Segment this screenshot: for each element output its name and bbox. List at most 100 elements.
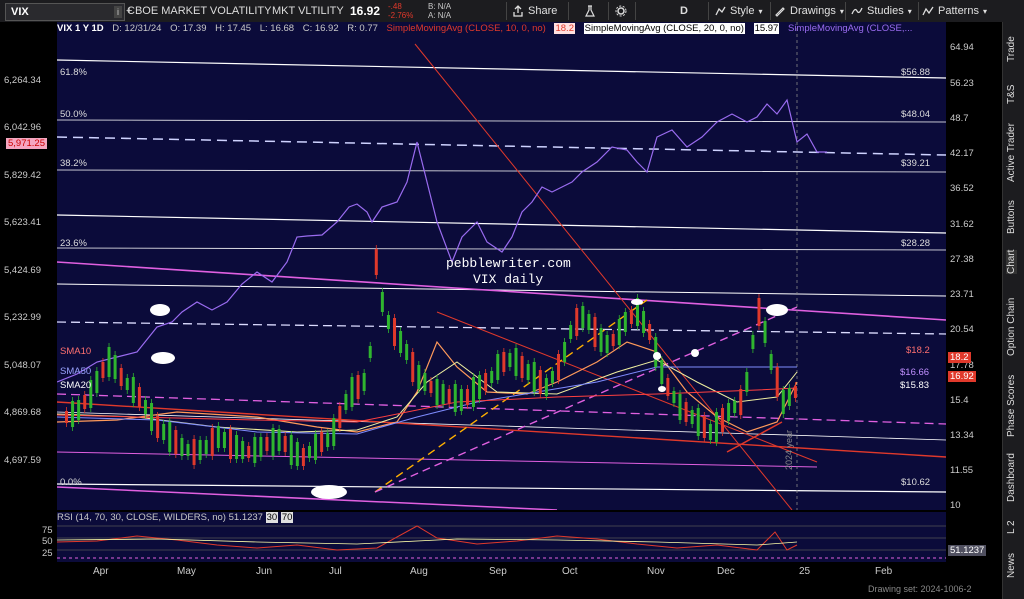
month-label: Jun [256, 566, 273, 577]
symbol-info-icon[interactable]: i [114, 6, 122, 18]
header-close: C: 16.92 [302, 23, 339, 34]
net-change: -.48 [388, 2, 402, 11]
gear-icon[interactable] [615, 5, 627, 17]
right-axis-label: 31.62 [950, 219, 974, 230]
share-label: Share [528, 5, 558, 17]
separator [845, 2, 846, 20]
rsi-value: 51.1237 [228, 512, 263, 523]
patterns-button[interactable]: Patterns ▾ [922, 3, 987, 19]
chart-header: VIX 1 Y 1D D: 12/31/24 O: 17.39 H: 17.45… [57, 23, 918, 37]
separator [635, 2, 636, 20]
timeframe-selector[interactable]: D [680, 5, 688, 17]
right-axis-label: 36.52 [950, 183, 974, 194]
sma10-price-tag: 18.2 [948, 352, 971, 363]
header-range: R: 0.77 [347, 23, 378, 34]
right-axis-label: 56.23 [950, 78, 974, 89]
patterns-icon [922, 6, 934, 16]
sidebar-tab-news[interactable]: News [1006, 553, 1017, 578]
header-sma20[interactable]: SimpleMovingAvg (CLOSE, 20, 0, no) [583, 23, 745, 34]
header-sma10[interactable]: SimpleMovingAvg (CLOSE, 10, 0, no) [387, 23, 546, 34]
month-label: Oct [562, 566, 578, 577]
fib-price-label: $10.62 [901, 477, 931, 488]
right-axis-label: 48.7 [950, 113, 969, 124]
instrument-short-name: MKT VLTILITY [272, 5, 344, 17]
sidebar-tab-phase-scores[interactable]: Phase Scores [1006, 375, 1017, 437]
header-sma-more[interactable]: SimpleMovingAvg (CLOSE,... [788, 23, 912, 34]
month-label: 25 [799, 566, 811, 577]
header-sma10-value: 18.2 [554, 23, 575, 34]
month-label: Feb [875, 566, 893, 577]
month-label: Jul [329, 566, 342, 577]
header-open: O: 17.39 [170, 23, 207, 34]
right-axis-label: 20.54 [950, 324, 974, 335]
rsi-axis-label: 50 [42, 536, 53, 547]
sidebar-tab-dashboard[interactable]: Dashboard [1006, 453, 1017, 502]
chevron-down-icon: ▾ [982, 6, 987, 16]
top-toolbar: VIX i + CBOE MARKET VOLATILITY MKT VLTIL… [0, 0, 1024, 23]
rsi-label[interactable]: RSI (14, 70, 30, CLOSE, WILDERS, no) [57, 512, 226, 523]
rsi-axis-label: 25 [42, 548, 53, 559]
patterns-label: Patterns [938, 5, 979, 17]
studies-icon [851, 7, 863, 15]
sidebar-tab-chart[interactable]: Chart [1006, 249, 1017, 274]
left-axis-label: 5,048.07 [4, 360, 41, 371]
right-axis-label: 23.71 [950, 289, 974, 300]
symbol-value: VIX [11, 6, 29, 18]
sma10-label: SMA10 [60, 346, 92, 357]
month-label: Apr [93, 566, 109, 577]
separator [708, 2, 709, 20]
sidebar-tab-buttons[interactable]: Buttons [1006, 200, 1017, 234]
sidebar-tab-trade[interactable]: Trade [1006, 36, 1017, 62]
left-axis-current-tag: 5,971.25 [6, 138, 47, 149]
flask-icon[interactable] [584, 5, 596, 17]
rsi-value-tag: 51.1237 [948, 545, 987, 556]
fib-price-label: $28.28 [901, 238, 931, 249]
right-axis-label: 11.55 [950, 465, 974, 476]
instrument-name: CBOE MARKET VOLATILITY [127, 5, 272, 17]
month-label: Aug [410, 566, 428, 577]
left-axis-label: 5,232.99 [4, 312, 41, 323]
separator [608, 2, 609, 20]
sidebar-tab-option-chain[interactable]: Option Chain [1006, 298, 1017, 356]
ask-value: A: N/A [428, 11, 452, 20]
rsi-header: RSI (14, 70, 30, CLOSE, WILDERS, no) 51.… [57, 512, 294, 523]
right-axis-label: 42.17 [950, 148, 974, 159]
rsi-overbought: 70 [280, 512, 294, 523]
sidebar-tab-l2[interactable]: L 2 [1006, 520, 1017, 534]
sidebar-tab-ts[interactable]: T&S [1006, 85, 1017, 104]
left-price-axis[interactable]: 6,264.34 6,042.96 5,971.25 5,829.42 5,62… [0, 22, 57, 510]
watermark-title: VIX daily [473, 272, 544, 287]
sma50-price-label: $16.66 [900, 367, 930, 378]
symbol-input[interactable]: VIX i [5, 3, 125, 21]
fib-price-label: $48.04 [901, 109, 931, 120]
studies-button[interactable]: Studies ▾ [851, 3, 912, 19]
share-button[interactable]: Share [512, 3, 557, 19]
separator [506, 2, 507, 20]
pct-change: -2.76% [388, 11, 414, 20]
studies-label: Studies [867, 5, 904, 17]
bid-value: B: N/A [428, 2, 452, 11]
drawings-button[interactable]: Drawings ▾ [774, 3, 844, 19]
separator [918, 2, 919, 20]
pencil-icon [775, 7, 785, 17]
sidebar-tab-active-trader[interactable]: Active Trader [1006, 123, 1017, 182]
sma50-label: SMA50 [60, 366, 92, 377]
fib-50-label: 50.0% [60, 109, 87, 120]
right-sidebar: Trade T&S Active Trader Buttons Chart Op… [1002, 22, 1024, 599]
header-series: VIX 1 Y 1D [57, 23, 104, 34]
right-axis-label: 64.94 [950, 42, 974, 53]
header-high: H: 17.45 [215, 23, 252, 34]
style-label: Style [730, 5, 755, 17]
chevron-down-icon: ▾ [907, 6, 912, 16]
share-icon [513, 5, 523, 17]
style-button[interactable]: Style ▾ [714, 3, 762, 19]
watermark-site: pebblewriter.com [446, 256, 571, 271]
header-date: D: 12/31/24 [112, 23, 162, 34]
time-axis[interactable]: Apr May Jun Jul Aug Sep Oct Nov Dec 25 F… [57, 566, 946, 580]
rsi-axis-label: 75 [42, 525, 53, 536]
separator [770, 2, 771, 20]
fib-618-label: 61.8% [60, 67, 87, 78]
right-price-axis[interactable]: 64.94 56.23 48.7 42.17 36.52 31.62 27.38… [946, 22, 1002, 511]
fib-price-label: $56.88 [901, 67, 931, 78]
drawings-label: Drawings [790, 5, 836, 17]
